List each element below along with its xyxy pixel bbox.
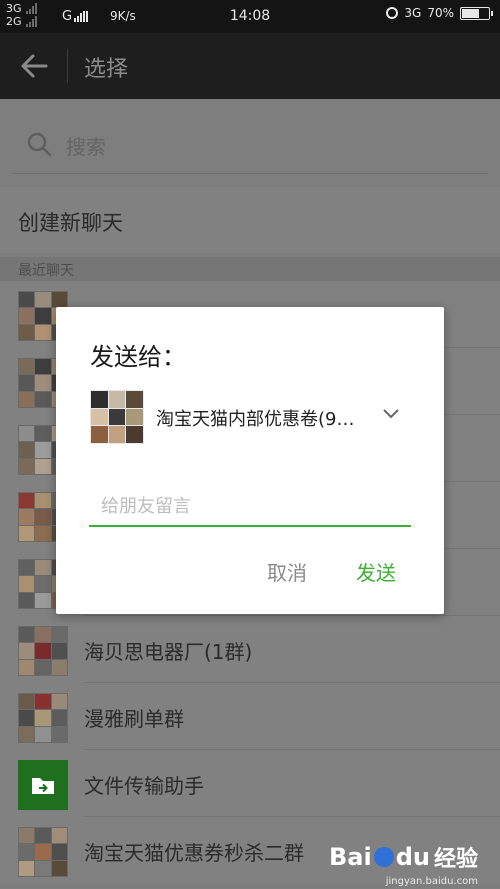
message-input[interactable] [89, 487, 411, 527]
battery-percent: 70% [427, 6, 454, 20]
group-avatar [18, 693, 68, 743]
recipient-avatar [90, 390, 144, 444]
search-placeholder: 搜索 [66, 135, 106, 159]
title-divider [67, 49, 68, 83]
folder-arrow-icon [32, 778, 54, 794]
send-to-dialog: 发送给： 淘宝天猫内部优惠卷(9… 取消 发送 [56, 307, 444, 614]
network-label-3g-right: 3G [404, 6, 422, 20]
group-avatar [18, 827, 68, 877]
status-bar: 3G 2G G 9K/s 14:08 3G 70% [0, 0, 500, 33]
back-arrow-icon[interactable] [20, 53, 48, 79]
cancel-button[interactable]: 取消 [267, 557, 307, 586]
battery-icon [460, 6, 493, 20]
send-button[interactable]: 发送 [356, 557, 396, 586]
chevron-down-icon[interactable] [382, 408, 400, 420]
create-new-chat-label: 创建新聊天 [18, 211, 123, 235]
recent-chats-header: 最近聊天 [0, 257, 500, 281]
chat-name: 海贝思电器厂(1群) [84, 640, 253, 664]
dialog-title: 发送给： [90, 343, 186, 371]
page-title: 选择 [84, 57, 129, 82]
file-transfer-avatar [18, 760, 68, 810]
search-bar[interactable]: 搜索 [12, 117, 488, 174]
logo-text-du: du [395, 843, 430, 871]
logo-text-bai: Bai [329, 843, 372, 871]
logo-text-cn: 经验 [433, 847, 478, 872]
chat-list-item[interactable]: 海贝思电器厂(1群) [0, 616, 500, 683]
status-right: 3G 70% [386, 6, 493, 20]
group-avatar [18, 626, 68, 676]
title-bar: 选择 [0, 33, 500, 99]
paw-icon [373, 847, 394, 867]
baidu-jingyan-watermark: Bai du 经验 jingyan.baidu.com [329, 841, 478, 887]
chat-name: 漫雅刷单群 [84, 707, 184, 731]
recent-chats-label: 最近聊天 [18, 263, 74, 279]
search-icon [27, 132, 52, 157]
chat-name: 文件传输助手 [84, 774, 204, 798]
chat-name: 淘宝天猫优惠券秒杀二群 [84, 841, 304, 865]
watermark-url: jingyan.baidu.com [385, 876, 478, 887]
watermark-logo: Bai du 经验 [329, 841, 478, 873]
chat-list-item[interactable]: 文件传输助手 [0, 750, 500, 817]
create-new-chat[interactable]: 创建新聊天 [0, 187, 500, 253]
alarm-icon [386, 7, 399, 19]
chat-list-item[interactable]: 漫雅刷单群 [0, 683, 500, 750]
recipient-name: 淘宝天猫内部优惠卷(9… [156, 409, 355, 430]
